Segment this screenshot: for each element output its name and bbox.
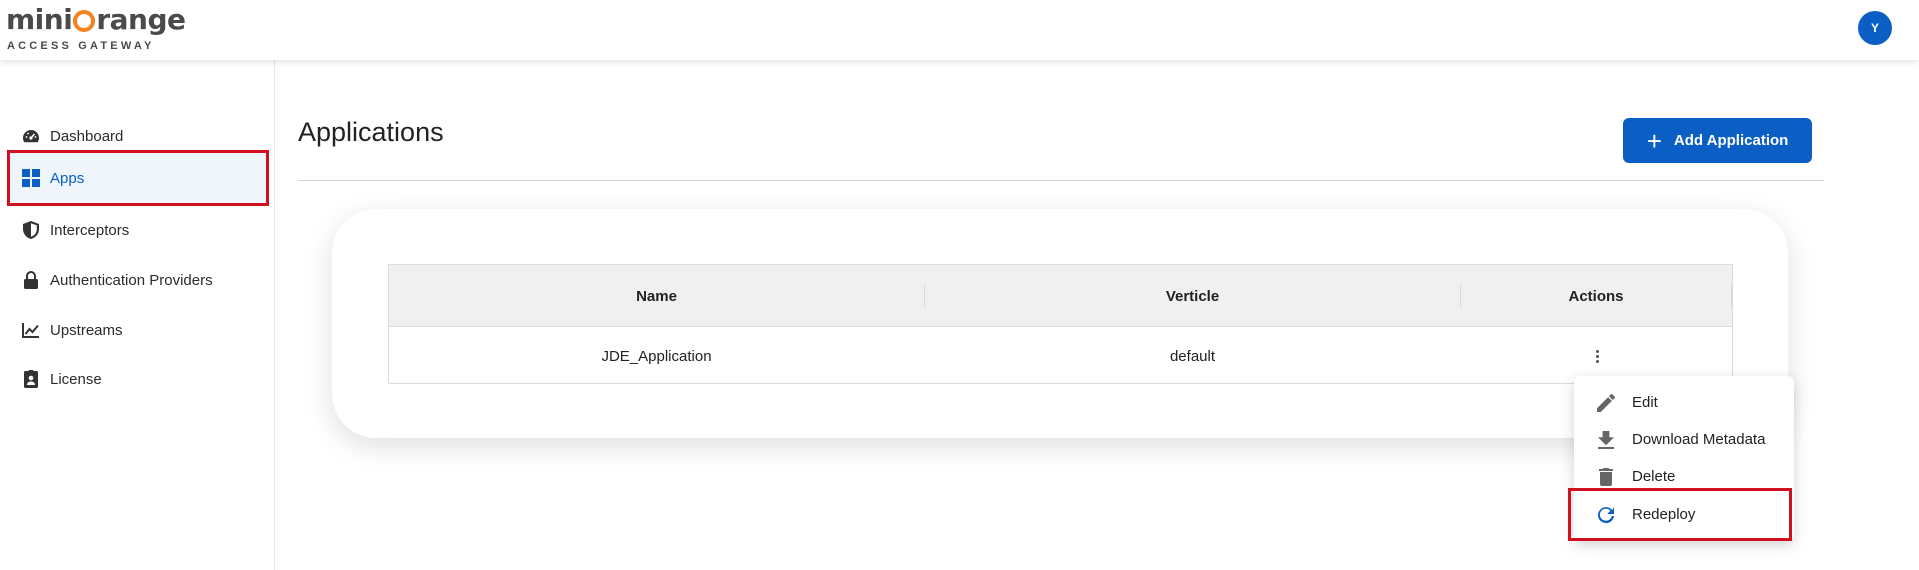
apps-grid-icon	[21, 168, 41, 188]
logo-subtitle: ACCESS GATEWAY	[7, 40, 155, 52]
sidebar-item-label: Apps	[50, 169, 85, 187]
actions-menu: Edit Download Metadata Delete Redeploy	[1568, 376, 1794, 541]
menu-item-label: Redeploy	[1632, 506, 1696, 523]
pencil-icon	[1594, 392, 1618, 414]
column-header-verticle[interactable]: Verticle	[925, 265, 1460, 327]
table-header: Name Verticle Actions	[389, 265, 1732, 327]
shield-icon	[21, 220, 41, 240]
trash-icon	[1594, 466, 1618, 488]
sidebar-item-authentication-providers[interactable]: Authentication Providers	[10, 255, 266, 305]
add-application-label: Add Application	[1673, 132, 1789, 149]
menu-item-download-metadata[interactable]: Download Metadata	[1574, 421, 1794, 458]
cell-name: JDE_Application	[601, 347, 712, 365]
cell-verticle: default	[1169, 347, 1216, 365]
dashboard-gauge-icon	[21, 126, 41, 146]
menu-item-edit[interactable]: Edit	[1574, 384, 1794, 421]
sidebar-item-apps[interactable]: Apps	[7, 150, 269, 206]
table-row[interactable]: JDE_Application default	[389, 327, 1732, 385]
menu-item-label: Delete	[1632, 468, 1676, 485]
download-icon	[1594, 429, 1618, 451]
trending-chart-icon	[21, 320, 41, 340]
refresh-icon	[1594, 504, 1618, 526]
sidebar-item-label: Authentication Providers	[50, 271, 213, 289]
more-actions-icon[interactable]	[1587, 346, 1607, 366]
badge-icon	[21, 369, 41, 389]
column-separator	[1731, 285, 1732, 307]
logo-wordmark: mini range	[6, 3, 186, 36]
menu-item-redeploy[interactable]: Redeploy	[1568, 488, 1792, 541]
sidebar-item-upstreams[interactable]: Upstreams	[10, 305, 266, 355]
column-header-name[interactable]: Name	[389, 265, 924, 327]
sidebar-item-label: Upstreams	[50, 321, 123, 339]
top-bar: mini range ACCESS GATEWAY Y	[0, 0, 1919, 60]
column-header-actions: Actions	[1568, 287, 1624, 305]
user-avatar[interactable]: Y	[1858, 11, 1892, 45]
page-title: Applications	[298, 117, 444, 147]
title-divider	[298, 180, 1824, 181]
miniorange-logo[interactable]: mini range ACCESS GATEWAY	[6, 4, 206, 56]
sidebar-item-license[interactable]: License	[10, 354, 266, 404]
menu-item-label: Download Metadata	[1632, 431, 1766, 448]
sidebar-item-interceptors[interactable]: Interceptors	[10, 205, 266, 255]
sidebar-item-label: Interceptors	[50, 221, 130, 239]
sidebar: Dashboard Apps Interceptors Authenticati…	[0, 60, 275, 570]
logo-o-ring-icon	[73, 10, 96, 32]
add-application-button[interactable]: + Add Application	[1623, 118, 1812, 163]
menu-item-label: Edit	[1632, 394, 1658, 411]
lock-icon	[21, 270, 41, 290]
sidebar-item-label: Dashboard	[50, 127, 124, 145]
plus-icon: +	[1646, 125, 1662, 156]
menu-item-delete[interactable]: Delete	[1574, 458, 1794, 495]
applications-table: Name Verticle Actions JDE_Application de…	[388, 264, 1733, 384]
sidebar-item-label: License	[50, 370, 102, 388]
